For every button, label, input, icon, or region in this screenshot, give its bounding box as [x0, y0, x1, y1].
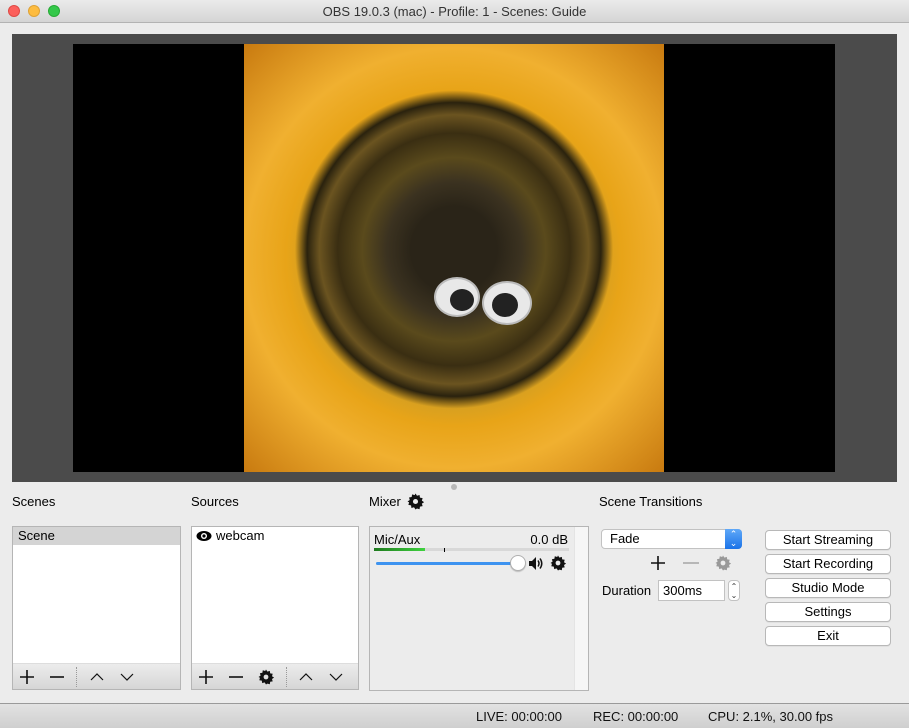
- volume-meter-fill: [374, 548, 425, 551]
- mixer-gear-icon[interactable]: [407, 493, 424, 510]
- preview-area[interactable]: [12, 34, 897, 482]
- remove-icon: [50, 676, 64, 678]
- scenes-panel: Scene: [12, 526, 181, 690]
- chevron-down-icon: [329, 673, 343, 681]
- volume-meter: [374, 548, 569, 552]
- mixer-panel: Mic/Aux 0.0 dB: [369, 526, 589, 691]
- volume-slider[interactable]: [376, 555, 526, 571]
- move-source-down-button[interactable]: [324, 664, 348, 690]
- move-scene-down-button[interactable]: [115, 664, 139, 690]
- settings-button[interactable]: Settings: [765, 602, 891, 622]
- googly-eye-right: [482, 281, 532, 325]
- remove-icon: [229, 676, 243, 678]
- add-scene-button[interactable]: [15, 664, 39, 690]
- scene-list-item[interactable]: Scene: [13, 527, 180, 545]
- scenes-toolbar: [13, 663, 180, 689]
- sources-title: Sources: [191, 494, 239, 509]
- scene-label: Scene: [18, 528, 55, 543]
- toolbar-separator: [76, 667, 77, 687]
- duration-stepper[interactable]: ⌃ ⌄: [728, 580, 740, 601]
- toolbar-separator: [286, 667, 287, 687]
- status-bar: LIVE: 00:00:00 REC: 00:00:00 CPU: 2.1%, …: [0, 703, 909, 728]
- transition-select[interactable]: Fade ⌃ ⌄: [601, 529, 742, 549]
- eye-icon[interactable]: [196, 530, 212, 542]
- exit-button[interactable]: Exit: [765, 626, 891, 646]
- start-streaming-button[interactable]: Start Streaming: [765, 530, 891, 550]
- transition-properties-gear-icon[interactable]: [715, 555, 731, 571]
- remove-scene-button[interactable]: [45, 664, 69, 690]
- cpu-fps-status: CPU: 2.1%, 30.00 fps: [708, 709, 834, 724]
- volume-slider-fill: [376, 562, 518, 565]
- volume-slider-knob[interactable]: [510, 555, 526, 571]
- gear-icon: [258, 669, 274, 685]
- duration-label: Duration: [602, 583, 652, 598]
- add-source-button[interactable]: [194, 664, 218, 690]
- live-timer: LIVE: 00:00:00: [476, 709, 563, 724]
- scenes-title: Scenes: [12, 494, 56, 509]
- rec-timer: REC: 00:00:00: [593, 709, 679, 724]
- chevron-down-icon: [120, 673, 134, 681]
- mixer-channel-name: Mic/Aux: [374, 532, 421, 547]
- speaker-icon[interactable]: [528, 556, 544, 571]
- preview-canvas: [73, 44, 835, 472]
- sources-toolbar: [192, 663, 358, 689]
- googly-eye-left: [434, 277, 480, 317]
- minimize-window-button[interactable]: [28, 5, 40, 17]
- webcam-preview-image: [244, 44, 664, 472]
- source-properties-button[interactable]: [254, 664, 278, 690]
- select-arrows-icon: ⌃ ⌄: [725, 529, 742, 549]
- add-icon: [20, 670, 34, 684]
- window-title: OBS 19.0.3 (mac) - Profile: 1 - Scenes: …: [322, 4, 587, 19]
- mixer-scrollbar[interactable]: [574, 527, 588, 690]
- start-recording-button[interactable]: Start Recording: [765, 554, 891, 574]
- remove-source-button[interactable]: [224, 664, 248, 690]
- move-scene-up-button[interactable]: [85, 664, 109, 690]
- transition-selected-value: Fade: [610, 531, 640, 546]
- source-label: webcam: [216, 528, 265, 543]
- close-window-button[interactable]: [8, 5, 20, 17]
- move-source-up-button[interactable]: [294, 664, 318, 690]
- maximize-window-button[interactable]: [48, 5, 60, 17]
- duration-input[interactable]: 300ms: [658, 580, 725, 601]
- mixer-channel-level: 0.0 dB: [530, 532, 568, 547]
- mixer-title: Mixer: [369, 494, 401, 509]
- chevron-up-icon: [299, 673, 313, 681]
- remove-transition-icon[interactable]: [682, 555, 700, 571]
- add-transition-icon[interactable]: [650, 555, 666, 571]
- duration-value: 300ms: [663, 583, 703, 598]
- channel-gear-icon[interactable]: [550, 555, 566, 571]
- googly-eyes: [434, 269, 534, 329]
- chevron-up-icon: [90, 673, 104, 681]
- scene-transitions-title: Scene Transitions: [599, 494, 703, 509]
- volume-meter-peak: [444, 548, 445, 552]
- sources-panel: webcam: [191, 526, 359, 690]
- studio-mode-button[interactable]: Studio Mode: [765, 578, 891, 598]
- title-bar: OBS 19.0.3 (mac) - Profile: 1 - Scenes: …: [0, 0, 909, 23]
- splitter-handle[interactable]: [451, 484, 457, 490]
- source-list-item[interactable]: webcam: [192, 527, 358, 545]
- add-icon: [199, 670, 213, 684]
